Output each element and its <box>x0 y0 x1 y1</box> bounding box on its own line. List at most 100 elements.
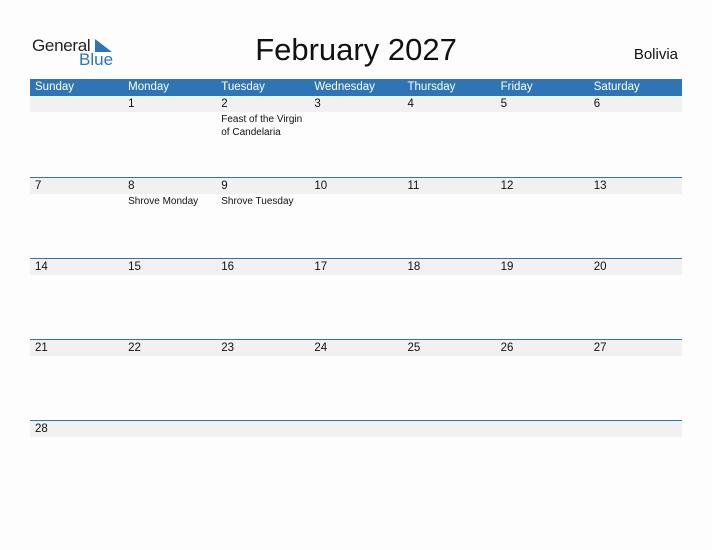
day-number <box>314 421 402 437</box>
holiday-label <box>35 437 123 438</box>
week-row: 1 2 Feast of the Virgin of Candelaria 3 4 5 6 <box>30 96 682 177</box>
holiday-label <box>594 194 682 195</box>
day-cell: 12 <box>496 178 589 208</box>
day-number: 25 <box>407 342 421 354</box>
day-cell: 5 <box>496 96 589 139</box>
day-number: 4 <box>407 98 414 110</box>
holiday-label <box>35 194 123 195</box>
day-cell: 13 <box>589 178 682 208</box>
day-number <box>594 421 682 437</box>
day-cell: 4 <box>403 96 496 139</box>
weeks-container: 1 2 Feast of the Virgin of Candelaria 3 4 5 6 7… <box>30 96 682 438</box>
day-cell: 3 <box>309 96 402 139</box>
weekday-wednesday: Wednesday <box>314 81 375 93</box>
day-number <box>35 96 123 112</box>
holiday-label <box>501 194 589 195</box>
holiday-label <box>408 437 496 438</box>
holiday-label <box>221 437 309 438</box>
day-cell: 8 Shrove Monday <box>123 178 216 208</box>
holiday-label <box>501 112 589 113</box>
holiday-label <box>221 275 309 276</box>
day-cell: 28 <box>30 421 123 438</box>
holiday-label <box>594 356 682 357</box>
holiday-label: Feast of the Virgin of Candelaria <box>221 114 303 138</box>
holiday-label <box>594 112 682 113</box>
day-cell: 2 Feast of the Virgin of Candelaria <box>216 96 309 139</box>
day-number: 27 <box>593 342 607 354</box>
holiday-label <box>408 275 496 276</box>
day-number: 7 <box>35 180 42 192</box>
day-cell <box>589 421 682 438</box>
day-cell: 25 <box>403 340 496 357</box>
day-number: 23 <box>221 342 235 354</box>
holiday-label: Shrove Monday <box>128 196 199 207</box>
day-number: 26 <box>500 342 514 354</box>
weekday-monday: Monday <box>128 81 170 93</box>
holiday-label <box>314 275 402 276</box>
day-number: 2 <box>221 98 228 110</box>
day-number: 10 <box>314 180 328 192</box>
day-number: 16 <box>221 261 235 273</box>
day-cell: 7 <box>30 178 123 208</box>
holiday-label <box>221 356 309 357</box>
day-number: 22 <box>128 342 141 354</box>
holiday-label <box>35 112 123 113</box>
day-cell: 1 <box>123 96 216 139</box>
day-cell <box>123 421 216 438</box>
holiday-label <box>501 275 589 276</box>
day-cell: 9 Shrove Tuesday <box>216 178 309 208</box>
calendar-grid: Sunday Monday Tuesday Wednesday Thursday… <box>30 79 682 438</box>
holiday-label: Shrove Tuesday <box>221 196 294 207</box>
day-number: 24 <box>314 342 328 354</box>
day-number: 6 <box>593 98 601 110</box>
day-number: 11 <box>407 180 420 192</box>
day-cell <box>403 421 496 438</box>
day-number: 9 <box>221 180 228 192</box>
day-cell: 18 <box>403 259 496 276</box>
day-cell: 19 <box>496 259 589 276</box>
holiday-label <box>408 356 496 357</box>
day-number <box>408 421 496 437</box>
holiday-label <box>594 275 682 276</box>
day-cell: 21 <box>30 340 123 357</box>
day-cell: 10 <box>309 178 402 208</box>
day-number <box>128 421 216 437</box>
page-title: February 2027 <box>255 32 457 67</box>
week-row: 28 <box>30 420 682 438</box>
weekday-friday: Friday <box>500 81 533 93</box>
weekday-saturday: Saturday <box>593 81 640 93</box>
week-row: 7 8 Shrove Monday 9 Shrove Tuesday 10 11 12 13 <box>30 177 682 258</box>
day-cell: 23 <box>216 340 309 357</box>
day-number: 8 <box>128 180 135 192</box>
weekday-tuesday: Tuesday <box>221 81 265 93</box>
weekday-thursday: Thursday <box>407 81 456 93</box>
day-number: 19 <box>500 261 514 273</box>
day-cell: 14 <box>30 259 123 276</box>
day-cell <box>216 421 309 438</box>
day-number: 20 <box>593 261 607 273</box>
holiday-label <box>314 356 402 357</box>
holiday-label <box>594 437 682 438</box>
day-cell: 26 <box>496 340 589 357</box>
day-number: 13 <box>593 180 607 192</box>
holiday-label <box>128 275 216 276</box>
holiday-label <box>408 194 496 195</box>
holiday-label <box>314 437 402 438</box>
holiday-label <box>35 356 123 357</box>
day-cell: 24 <box>309 340 402 357</box>
week-row: 21 22 23 24 25 26 27 <box>30 339 682 420</box>
day-number: 12 <box>500 180 514 192</box>
day-cell: 27 <box>589 340 682 357</box>
day-number: 5 <box>500 98 508 110</box>
day-number: 17 <box>314 261 328 273</box>
holiday-label <box>501 437 589 438</box>
holiday-label <box>35 275 123 276</box>
day-number: 18 <box>407 261 421 273</box>
day-cell: 22 <box>123 340 216 357</box>
week-row: 14 15 16 17 18 19 20 <box>30 258 682 339</box>
day-cell: 17 <box>309 259 402 276</box>
day-cell <box>496 421 589 438</box>
holiday-label <box>128 356 216 357</box>
weekday-header: Sunday Monday Tuesday Wednesday Thursday… <box>30 79 682 96</box>
day-cell: 6 <box>589 96 682 139</box>
